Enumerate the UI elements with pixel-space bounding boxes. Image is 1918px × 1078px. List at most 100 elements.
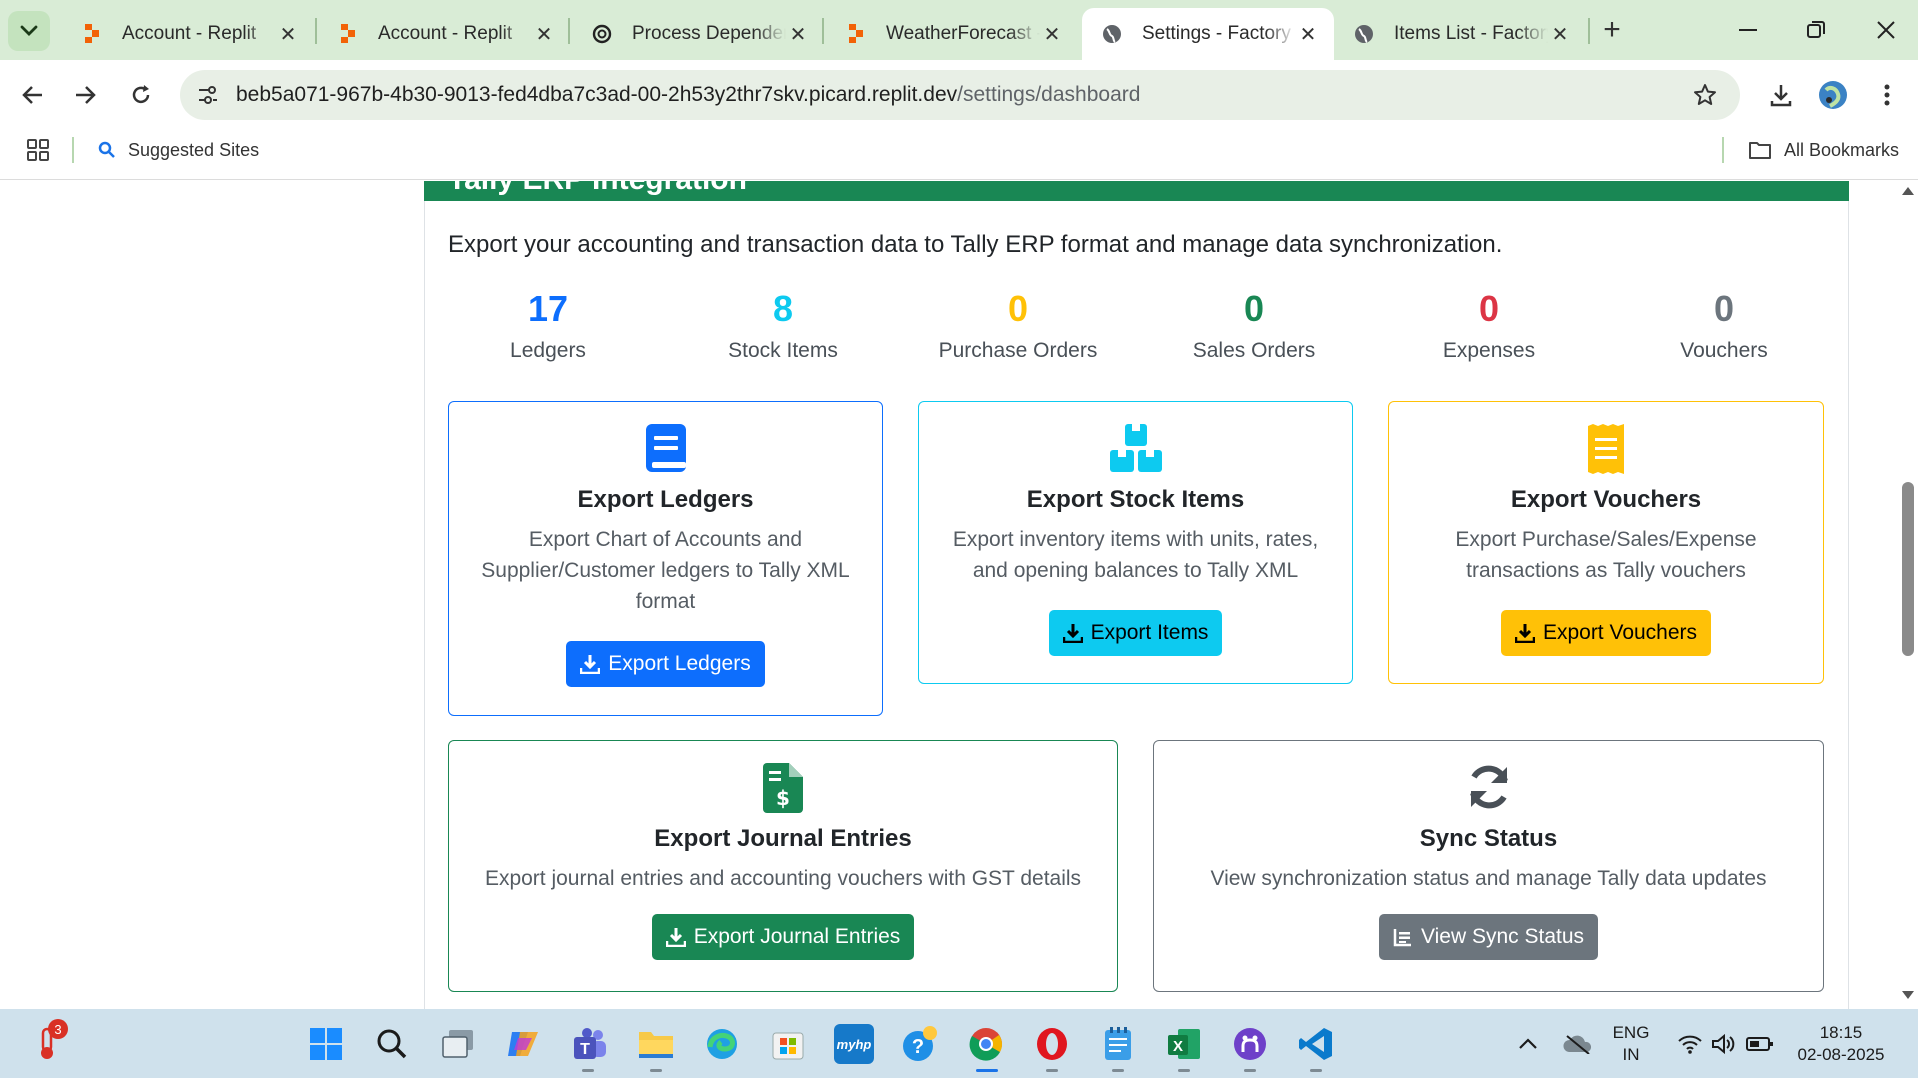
excel-icon[interactable]: X (1164, 1024, 1204, 1064)
clock-time: 18:15 (1819, 1023, 1863, 1042)
restore-button[interactable] (1788, 8, 1844, 52)
microsoft-store-icon[interactable] (768, 1024, 808, 1064)
close-icon[interactable]: ✕ (276, 22, 300, 46)
url-text[interactable]: beb5a071-967b-4b30-9013-fed4dba7c3ad-00-… (236, 83, 1140, 107)
stat-sales-orders: 0 Sales Orders (1136, 287, 1372, 363)
site-info-icon[interactable] (188, 75, 228, 115)
scrollbar-thumb[interactable] (1902, 482, 1914, 656)
stat-label: Stock Items (728, 339, 838, 362)
menu-kebab-icon[interactable] (1866, 74, 1908, 116)
taskbar-search-icon[interactable] (372, 1024, 412, 1064)
tab-title: Account - Replit (122, 23, 257, 44)
stat-label: Purchase Orders (938, 339, 1098, 362)
tab-separator (568, 18, 570, 44)
bookmark-suggested-sites[interactable]: Suggested Sites (98, 136, 259, 164)
github-desktop-icon[interactable] (1230, 1024, 1270, 1064)
stat-stock-items: 8 Stock Items (665, 287, 901, 363)
globe-icon (1352, 22, 1376, 46)
close-icon[interactable]: ✕ (1040, 22, 1064, 46)
bookmark-all-bookmarks[interactable]: All Bookmarks (1748, 136, 1899, 164)
browser-tab-6[interactable]: Items List - Factory ✕ (1334, 8, 1586, 60)
opera-icon[interactable] (1032, 1024, 1072, 1064)
bookmark-label: Suggested Sites (128, 139, 260, 160)
browser-tab-2[interactable]: Account - Replit ✕ (318, 8, 570, 60)
download-icon (665, 927, 686, 947)
scroll-down-arrow-icon[interactable] (1900, 988, 1916, 1002)
browser-tab-5-active[interactable]: Settings - Factory ✕ (1082, 8, 1334, 60)
myhp-icon[interactable]: myhp (834, 1024, 874, 1064)
arrow-left-icon (22, 86, 42, 104)
battery-icon[interactable] (1740, 1024, 1780, 1064)
forward-button[interactable] (64, 74, 106, 116)
edge-icon[interactable] (702, 1024, 742, 1064)
language-indicator[interactable]: ENG IN (1606, 1022, 1656, 1066)
bookmark-label: All Bookmarks (1784, 139, 1900, 160)
view-sync-status-button[interactable]: View Sync Status (1378, 914, 1599, 960)
clock[interactable]: 18:15 02-08-2025 (1786, 1022, 1896, 1066)
close-icon[interactable]: ✕ (532, 22, 556, 46)
card-text: Export inventory items with units, rates… (952, 528, 1319, 582)
close-window-button[interactable] (1858, 8, 1914, 52)
windows-start-icon[interactable] (306, 1024, 346, 1064)
close-icon[interactable]: ✕ (786, 22, 810, 46)
export-items-button[interactable]: Export Items (1048, 610, 1223, 656)
scroll-up-arrow-icon[interactable] (1900, 184, 1916, 198)
export-journal-entries-button[interactable]: Export Journal Entries (651, 914, 915, 960)
chevron-up-icon[interactable] (1508, 1024, 1548, 1064)
download-icon[interactable] (1760, 74, 1802, 116)
svg-text:myhp: myhp (837, 1037, 871, 1052)
task-view-icon[interactable] (438, 1024, 478, 1064)
close-icon[interactable]: ✕ (1548, 22, 1572, 46)
teams-icon[interactable]: T (570, 1024, 610, 1064)
tab-title: Process Dependen (632, 23, 786, 44)
chrome-icon[interactable] (966, 1024, 1006, 1064)
vscode-icon[interactable] (1296, 1024, 1336, 1064)
browser-toolbar: beb5a071-967b-4b30-9013-fed4dba7c3ad-00-… (0, 60, 1918, 130)
get-help-icon[interactable]: ? (900, 1024, 940, 1064)
card-title: Export Journal Entries (654, 825, 912, 852)
taskbar-running-indicator (1046, 1069, 1058, 1072)
browser-tab-1[interactable]: Account - Replit ✕ (62, 8, 314, 60)
stat-value: 17 (527, 288, 569, 329)
browser-tab-3[interactable]: Process Dependen ✕ (572, 8, 824, 60)
book-icon (449, 424, 882, 476)
svg-text:$: $ (776, 786, 790, 810)
copilot-icon[interactable] (504, 1024, 544, 1064)
chevron-down-icon (20, 25, 38, 36)
replit-icon (80, 22, 104, 46)
profile-avatar[interactable] (1812, 74, 1854, 116)
export-ledgers-button[interactable]: Export Ledgers (566, 641, 765, 687)
list-icon (1393, 927, 1413, 947)
tab-search-button[interactable] (8, 11, 50, 51)
card-header-title: Tally ERP Integration (448, 181, 747, 197)
apps-grid-icon[interactable] (26, 138, 50, 162)
stat-label: Vouchers (1680, 339, 1768, 362)
close-icon[interactable]: ✕ (1296, 22, 1320, 46)
sync-icon (1154, 763, 1823, 815)
new-tab-button[interactable]: + (1594, 12, 1630, 48)
back-button[interactable] (12, 74, 54, 116)
export-vouchers-button[interactable]: Export Vouchers (1500, 610, 1712, 656)
bookmark-star-icon[interactable] (1690, 80, 1720, 110)
receipt-icon (1389, 424, 1823, 476)
button-label: View Sync Status (1420, 925, 1585, 948)
replit-icon (336, 22, 360, 46)
card-text: View synchronization status and manage T… (1210, 867, 1767, 890)
address-bar[interactable]: beb5a071-967b-4b30-9013-fed4dba7c3ad-00-… (180, 70, 1740, 120)
minimize-icon (1739, 29, 1757, 31)
onedrive-icon[interactable] (1558, 1024, 1598, 1064)
folder-icon (1748, 140, 1772, 160)
download-icon (1514, 623, 1535, 643)
file-explorer-icon[interactable] (636, 1024, 676, 1064)
minimize-button[interactable] (1720, 8, 1776, 52)
volume-icon[interactable] (1704, 1024, 1744, 1064)
region-code: IN (1622, 1045, 1640, 1064)
notepad-icon[interactable] (1098, 1024, 1138, 1064)
stat-value: 0 (1478, 288, 1500, 329)
browser-tab-4[interactable]: WeatherForecast - ✕ (826, 8, 1078, 60)
reload-button[interactable] (120, 74, 162, 116)
taskbar-running-indicator (582, 1069, 594, 1072)
bookmarks-bar (0, 130, 1918, 180)
tally-card-header: Tally ERP Integration (424, 181, 1849, 201)
card-title: Export Ledgers (577, 486, 754, 513)
